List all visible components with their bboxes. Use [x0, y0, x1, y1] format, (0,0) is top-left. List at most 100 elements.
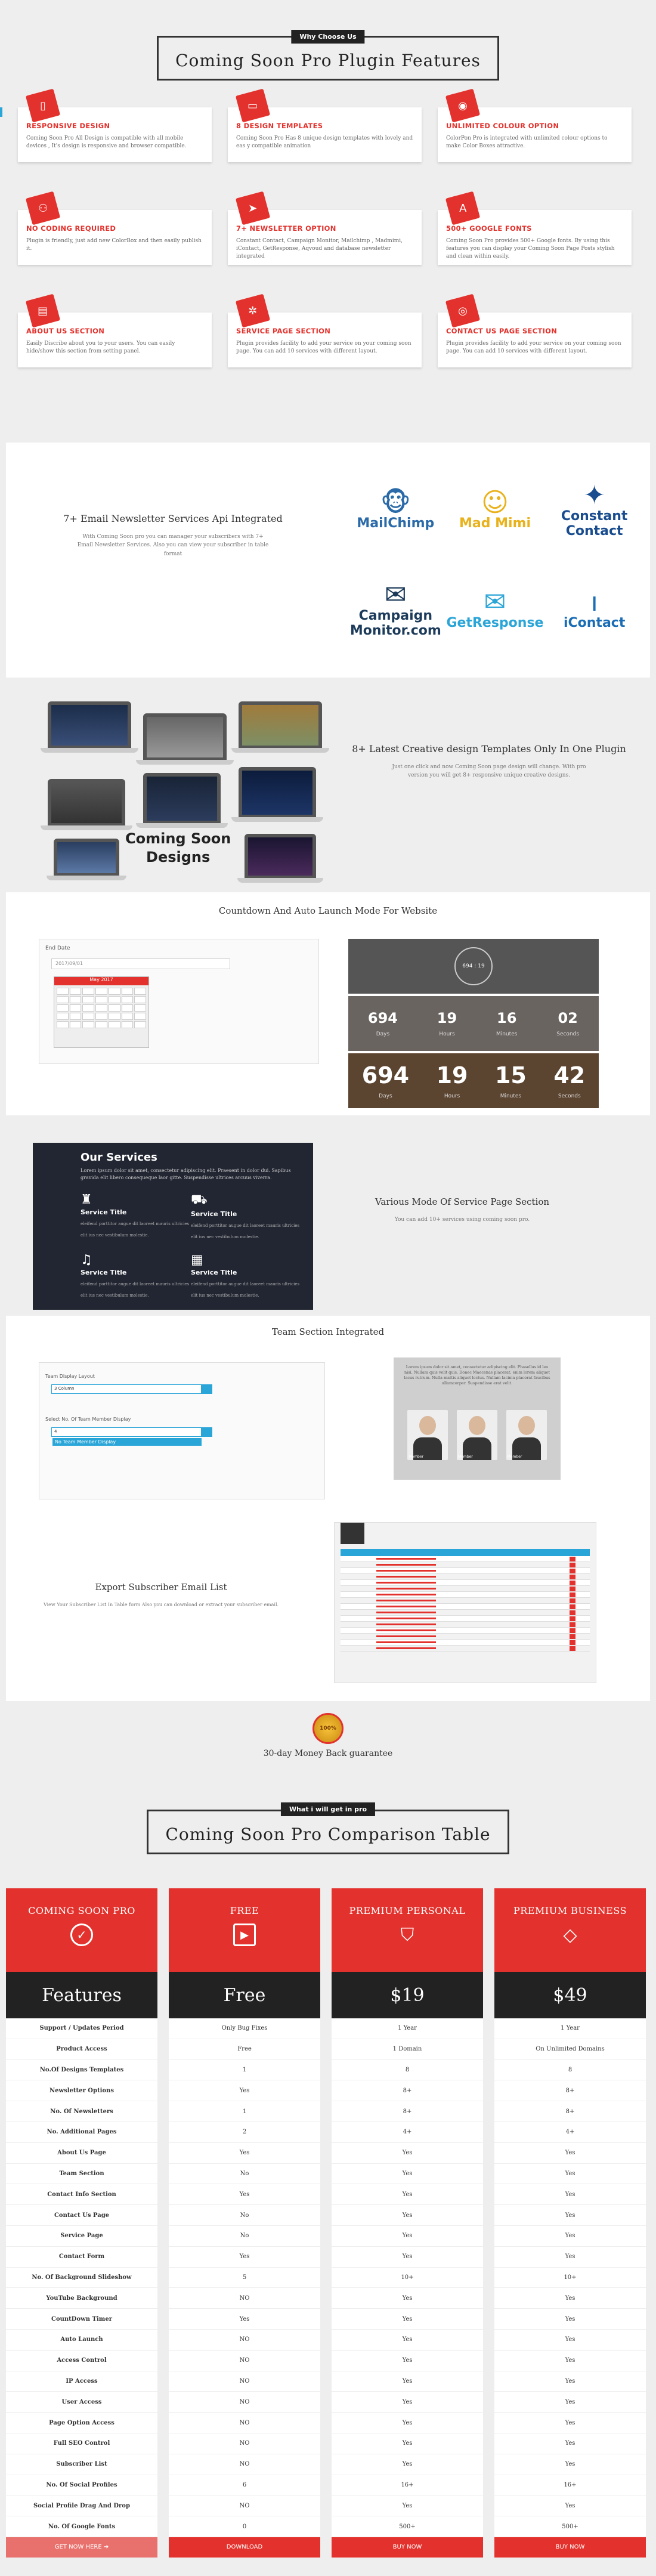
calendar-day[interactable]: [69, 996, 82, 1003]
delete-button[interactable]: [570, 1628, 575, 1633]
delete-button[interactable]: [570, 1586, 575, 1591]
calendar-day[interactable]: [69, 1021, 82, 1028]
calendar-day[interactable]: [108, 1013, 120, 1020]
plan-cell: Yes: [494, 2288, 646, 2309]
table-row: [341, 1634, 590, 1640]
calendar-day[interactable]: [134, 988, 146, 995]
calendar-popup: May 2017: [54, 976, 149, 1048]
calendar-day[interactable]: [134, 996, 146, 1003]
camera-icon: ◎: [445, 293, 481, 328]
calendar-day[interactable]: [134, 1004, 146, 1012]
end-date-label: End Date: [45, 945, 70, 951]
plan-price: Features: [6, 1972, 157, 2018]
calendar-day[interactable]: [57, 1004, 69, 1012]
plan-cell: 8+: [332, 2080, 483, 2102]
delete-button[interactable]: [570, 1580, 575, 1585]
plan-cell: NO: [169, 2454, 320, 2475]
plan-button[interactable]: DOWNLOAD: [169, 2537, 320, 2558]
delete-button[interactable]: [570, 1604, 575, 1609]
plan-cell: Product Access: [6, 2039, 157, 2060]
calendar-day[interactable]: [95, 1013, 107, 1020]
services-grid: ♜ Service Title eleifend porttitor augue d…: [81, 1192, 301, 1299]
plan-cell: Only Bug Fixes: [169, 2018, 320, 2039]
feature-text: Coming Soon Pro provides 500+ Google fon…: [446, 238, 615, 260]
calendar-day[interactable]: [121, 988, 134, 995]
end-date-input[interactable]: 2017/09/01: [51, 958, 230, 969]
calendar-day[interactable]: [57, 1021, 69, 1028]
guarantee-badge: 100%: [312, 1713, 344, 1744]
delete-button[interactable]: [570, 1574, 575, 1579]
plan-button[interactable]: GET NOW HERE ➔: [6, 2537, 157, 2558]
calendar-day[interactable]: [108, 996, 120, 1003]
calendar-day[interactable]: [108, 1021, 120, 1028]
calendar-day[interactable]: [57, 988, 69, 995]
plan-column: COMING SOON PRO ✓ Features Support / Update…: [6, 1888, 157, 2558]
plan-name: PREMIUM BUSINESS: [513, 1905, 627, 1916]
team-layout-select[interactable]: 3 Column: [51, 1384, 212, 1394]
calendar-day[interactable]: [69, 988, 82, 995]
delete-button[interactable]: [570, 1598, 575, 1603]
subscriber-email: [376, 1612, 436, 1613]
subscriber-email: [376, 1606, 436, 1607]
mobile-icon: ▯: [25, 88, 61, 123]
team-count-label: Select No. Of Team Member Display: [45, 1417, 131, 1422]
email-text: With Coming Soon pro you can manager you…: [77, 534, 269, 557]
feature-text: ColorPon Pro is integrated with unlimite…: [446, 135, 608, 150]
calendar-day[interactable]: [95, 1021, 107, 1028]
calendar-day[interactable]: [108, 988, 120, 995]
comparison-table: COMING SOON PRO ✓ Features Support / Update…: [0, 1888, 656, 2558]
calendar-day[interactable]: [134, 1021, 146, 1028]
countdown-circle-text: 694 : 19: [462, 963, 485, 969]
service-text: eleifend porttitor augue dit laoreet mau…: [81, 1221, 190, 1238]
id-card-icon-glyph: ▤: [38, 304, 48, 317]
calendar-day[interactable]: [82, 1004, 95, 1012]
plan-cell: Page Option Access: [6, 2413, 157, 2433]
calendar-day[interactable]: [121, 1004, 134, 1012]
calendar-day[interactable]: [121, 996, 134, 1003]
plan-button[interactable]: BUY NOW: [494, 2537, 646, 2558]
plan-cell: NO: [169, 2392, 320, 2413]
delete-button[interactable]: [570, 1592, 575, 1597]
calendar-day[interactable]: [82, 988, 95, 995]
email-section: 7+ Email Newsletter Services Api Integra…: [6, 443, 650, 678]
calendar-day[interactable]: [69, 1013, 82, 1020]
calendar-day[interactable]: [95, 988, 107, 995]
delete-button[interactable]: [570, 1568, 575, 1573]
calendar-day[interactable]: [121, 1021, 134, 1028]
delete-button[interactable]: [570, 1634, 575, 1639]
laptop-icon-glyph: ▭: [247, 99, 258, 112]
team-count-option[interactable]: No Team Member Display: [52, 1438, 202, 1446]
delete-button[interactable]: [570, 1556, 575, 1561]
plan-column: PREMIUM BUSINESS ◇ $49 1 Year On Unlimited D…: [494, 1888, 646, 2558]
calendar-day[interactable]: [57, 1013, 69, 1020]
delete-button[interactable]: [570, 1640, 575, 1645]
calendar-day[interactable]: [95, 996, 107, 1003]
calendar-day[interactable]: [134, 1013, 146, 1020]
feature-text: Easily Discribe about you to your users.…: [26, 341, 175, 355]
team-count-select[interactable]: 4: [51, 1427, 212, 1437]
plan-button[interactable]: BUY NOW: [332, 2537, 483, 2558]
delete-button[interactable]: [570, 1622, 575, 1627]
delete-button[interactable]: [570, 1562, 575, 1567]
subscriber-email: [376, 1576, 436, 1578]
calendar-day[interactable]: [69, 1004, 82, 1012]
calendar-day[interactable]: [108, 1004, 120, 1012]
plan-cell: Yes: [494, 2184, 646, 2206]
countdown-value: 19: [437, 1009, 457, 1026]
delete-button[interactable]: [570, 1616, 575, 1621]
delete-button[interactable]: [570, 1646, 575, 1651]
plan-cell: No: [169, 2226, 320, 2247]
countdown-unit: 19 Hours: [437, 1010, 457, 1038]
countdown-circle: 694 : 19: [454, 947, 493, 985]
plan-cell: Free: [169, 2039, 320, 2060]
plan-cell: Yes: [332, 2184, 483, 2206]
paper-plane-icon-glyph: ➤: [248, 202, 258, 215]
delete-button[interactable]: [570, 1610, 575, 1615]
calendar-day[interactable]: [57, 996, 69, 1003]
calendar-day[interactable]: [82, 1021, 95, 1028]
calendar-day[interactable]: [82, 1013, 95, 1020]
calendar-day[interactable]: [82, 996, 95, 1003]
calendar-day[interactable]: [121, 1013, 134, 1020]
calendar-day[interactable]: [95, 1004, 107, 1012]
plan-cell: NO: [169, 2330, 320, 2351]
